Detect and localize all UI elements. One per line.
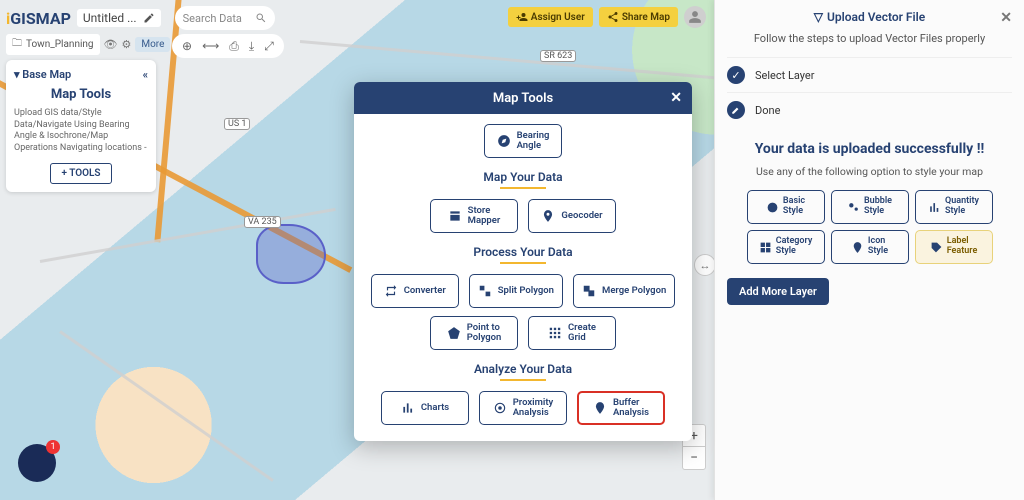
map-title: Untitled ... — [83, 11, 137, 25]
category-icon — [759, 241, 772, 254]
layer-name: Town_Planning — [26, 39, 94, 50]
tool-point-to-polygon[interactable]: Point toPolygon — [430, 316, 518, 350]
map-tools-modal: Map Tools ✕ BearingAngle Map Your Data S… — [354, 82, 692, 441]
tool-merge-polygon[interactable]: Merge Polygon — [573, 274, 675, 308]
step-select-layer[interactable]: ✓ Select Layer — [727, 57, 1012, 92]
pencil-icon — [143, 12, 155, 24]
style-label-feature[interactable]: LabelFeature — [915, 230, 993, 264]
layer-settings-icon[interactable]: ⚙ — [122, 38, 132, 51]
point-polygon-icon — [447, 326, 461, 340]
rpanel-desc: Follow the steps to upload Vector Files … — [727, 32, 1012, 45]
pencil-dot-icon — [727, 101, 745, 119]
convert-icon — [384, 284, 398, 298]
person-icon — [688, 10, 702, 24]
search-icon — [255, 12, 267, 24]
assign-user-button[interactable]: Assign User — [508, 7, 593, 27]
chart-icon — [401, 401, 415, 415]
sidecard-title: Map Tools — [14, 87, 148, 102]
map-title-chip[interactable]: Untitled ... — [77, 9, 161, 27]
map-toolbar: ⊕ ⟷ ⎙ ⤓ ⤢ — [172, 34, 284, 58]
search-input[interactable]: Search Data — [175, 6, 275, 30]
quantity-icon — [928, 201, 941, 214]
split-icon — [478, 284, 492, 298]
style-quantity[interactable]: QuantityStyle — [915, 190, 993, 224]
style-subtext: Use any of the following option to style… — [727, 165, 1012, 178]
merge-icon — [582, 284, 596, 298]
style-icon[interactable]: IconStyle — [831, 230, 909, 264]
upload-vector-panel: ▽ Upload Vector File ✕ Follow the steps … — [714, 0, 1024, 500]
chat-bubble[interactable] — [18, 444, 56, 482]
bubble-icon — [847, 201, 860, 214]
check-icon: ✓ — [727, 66, 745, 84]
tool-store-mapper[interactable]: StoreMapper — [430, 199, 518, 233]
zoom-out-button[interactable]: − — [683, 447, 705, 469]
add-more-layer-button[interactable]: Add More Layer — [727, 278, 829, 305]
section-analyze-your-data: Analyze Your Data — [368, 362, 678, 381]
buffer-icon — [593, 401, 607, 415]
open-tools-button[interactable]: + TOOLS — [50, 163, 111, 184]
step-done[interactable]: Done — [727, 92, 1012, 127]
store-icon — [448, 209, 462, 223]
pin-style-icon — [851, 241, 864, 254]
section-process-your-data: Process Your Data — [368, 245, 678, 264]
layer-chip[interactable]: 🗀 Town_Planning — [6, 34, 100, 55]
modal-title: Map Tools — [493, 91, 553, 106]
style-basic[interactable]: BasicStyle — [747, 190, 825, 224]
share-map-button[interactable]: Share Map — [599, 7, 678, 27]
user-plus-icon — [516, 11, 528, 23]
palette-icon — [766, 201, 779, 214]
shield-us1: US 1 — [224, 118, 250, 130]
basemap-label[interactable]: Base Map — [22, 68, 71, 81]
style-bubble[interactable]: BubbleStyle — [831, 190, 909, 224]
rpanel-title: Upload Vector File — [827, 10, 925, 24]
sidecard-desc: Upload GIS data/Style Data/Navigate Usin… — [14, 108, 148, 155]
pin-icon — [541, 209, 555, 223]
expand-icon[interactable]: ⤢ — [264, 39, 274, 54]
tool-geocoder[interactable]: Geocoder — [528, 199, 616, 233]
shield-sr623: SR 623 — [540, 50, 576, 62]
measure-icon[interactable]: ⟷ — [202, 39, 219, 53]
side-tools-card: ▾ Base Map « Map Tools Upload GIS data/S… — [6, 60, 156, 192]
tag-icon — [930, 241, 943, 254]
style-category[interactable]: CategoryStyle — [747, 230, 825, 264]
tool-converter[interactable]: Converter — [371, 274, 459, 308]
panel-close-icon[interactable]: ✕ — [1000, 10, 1012, 26]
close-icon[interactable]: ✕ — [670, 90, 682, 106]
section-map-your-data: Map Your Data — [368, 170, 678, 189]
tool-charts[interactable]: Charts — [381, 391, 469, 425]
grid-icon — [548, 326, 562, 340]
tool-proximity-analysis[interactable]: ProximityAnalysis — [479, 391, 567, 425]
vector-icon: ▽ — [814, 10, 823, 24]
print-icon[interactable]: ⎙ — [229, 39, 239, 54]
proximity-icon — [493, 401, 507, 415]
compass-icon — [497, 134, 511, 148]
tool-buffer-analysis[interactable]: BufferAnalysis — [577, 391, 665, 425]
tool-split-polygon[interactable]: Split Polygon — [469, 274, 563, 308]
account-avatar[interactable] — [684, 6, 706, 28]
collapse-icon[interactable]: « — [143, 68, 148, 81]
tool-bearing-angle[interactable]: BearingAngle — [484, 124, 562, 158]
target-icon[interactable]: ⊕ — [182, 39, 192, 53]
brand-logo[interactable]: iGISMAP — [6, 9, 71, 28]
upload-success: Your data is uploaded successfully !! — [727, 141, 1012, 157]
shield-va235: VA 235 — [244, 216, 281, 228]
share-icon — [607, 11, 619, 23]
visibility-icon[interactable]: 👁 — [104, 38, 118, 51]
folder-icon: 🗀 — [12, 36, 22, 53]
tool-create-grid[interactable]: CreateGrid — [528, 316, 616, 350]
layer-more-button[interactable]: More — [135, 37, 170, 52]
pan-handle[interactable]: ↔ — [694, 254, 716, 276]
download-icon[interactable]: ⤓ — [249, 39, 254, 54]
